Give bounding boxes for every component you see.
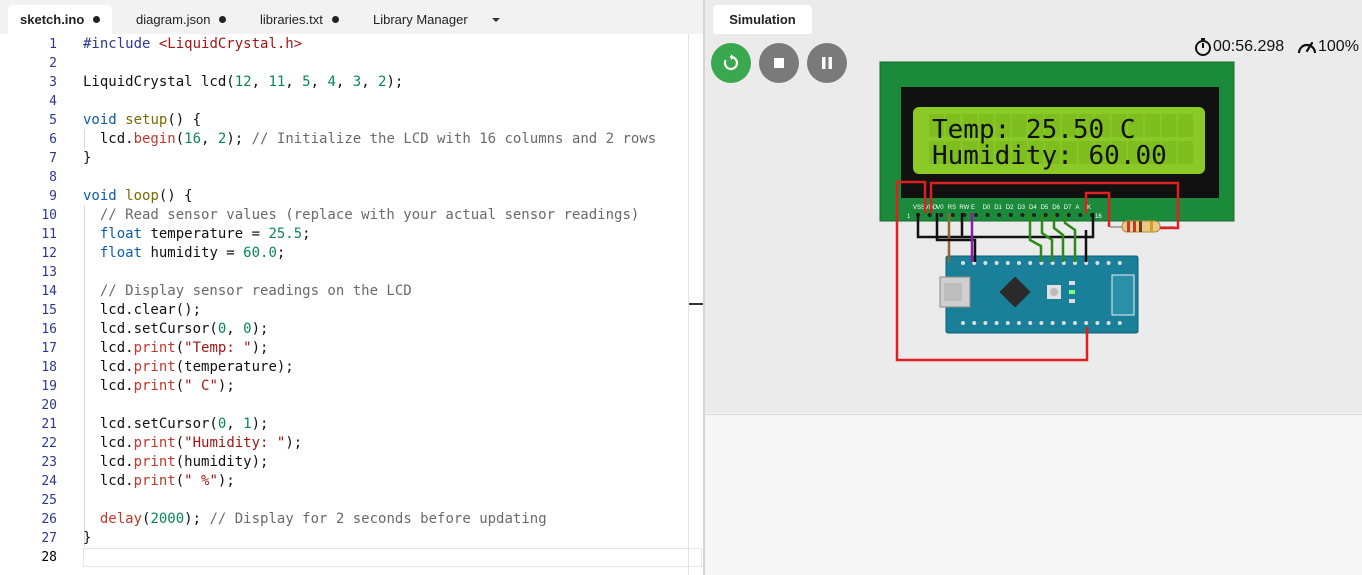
speedometer-icon: [1297, 41, 1317, 54]
code-line[interactable]: void loop() {: [83, 187, 193, 206]
line-number-gutter: 1 2 3 4 5 6 7 8 9 10 11 12 13 14 15 16 17 18 19 20 21 22 23 24 2…: [0, 34, 70, 575]
chevron-down-icon: [492, 18, 500, 22]
code-line[interactable]: lcd.print(" C");: [83, 377, 235, 396]
line-number: 28: [41, 550, 57, 565]
line-number: 18: [41, 360, 57, 375]
code-line[interactable]: #include <LiquidCrystal.h>: [83, 35, 302, 54]
line-number: 10: [41, 208, 57, 223]
code-line[interactable]: lcd.print("Temp: ");: [83, 339, 269, 358]
line-number: 19: [41, 379, 57, 394]
code-line[interactable]: // Read sensor values (replace with your…: [83, 206, 639, 225]
tab-sketch-ino[interactable]: sketch.ino: [8, 5, 113, 34]
line-number: 2: [49, 56, 57, 71]
code-editor-pane: sketch.ino diagram.json libraries.txt Li…: [0, 0, 703, 575]
stop-button[interactable]: [759, 43, 799, 83]
simulation-speed: 100%: [1296, 37, 1359, 57]
tab-library-manager[interactable]: Library Manager: [361, 5, 480, 34]
line-number: 9: [49, 189, 57, 204]
tab-label: sketch.ino: [20, 12, 85, 27]
code-line[interactable]: lcd.print(" %");: [83, 472, 235, 491]
unsaved-dot-icon: [331, 16, 339, 23]
code-line[interactable]: }: [83, 149, 91, 168]
tab-libraries-txt[interactable]: libraries.txt: [248, 5, 351, 34]
line-number: 25: [41, 493, 57, 508]
line-number: 23: [41, 455, 57, 470]
code-line[interactable]: delay(2000); // Display for 2 seconds be…: [83, 510, 547, 529]
line-number: 26: [41, 512, 57, 527]
code-line[interactable]: }: [83, 529, 91, 548]
line-number: 12: [41, 246, 57, 261]
line-number: 17: [41, 341, 57, 356]
line-number: 1: [49, 37, 57, 52]
tab-label: Library Manager: [373, 12, 468, 27]
speed-percent: 100%: [1318, 38, 1359, 55]
code-line[interactable]: LiquidCrystal lcd(12, 11, 5, 4, 3, 2);: [83, 73, 403, 92]
tab-label: diagram.json: [136, 12, 211, 27]
code-line[interactable]: lcd.begin(16, 2); // Initialize the LCD …: [83, 130, 656, 149]
pause-button[interactable]: [807, 43, 847, 83]
line-number: 27: [41, 531, 57, 546]
code-area[interactable]: #include <LiquidCrystal.h> LiquidCrystal …: [83, 34, 693, 575]
tab-label: libraries.txt: [260, 12, 323, 27]
line-number: 22: [41, 436, 57, 451]
code-line[interactable]: lcd.clear();: [83, 301, 201, 320]
simulation-pane: Simulation 00:56.298 100% Temp: 25.50 C …: [705, 0, 1362, 575]
simulation-canvas[interactable]: [705, 0, 1362, 413]
tab-simulation[interactable]: Simulation: [713, 5, 812, 34]
restart-icon: [723, 54, 739, 71]
code-line[interactable]: lcd.setCursor(0, 0);: [83, 320, 269, 339]
unsaved-dot-icon: [93, 16, 101, 23]
code-line[interactable]: lcd.print("Humidity: ");: [83, 434, 302, 453]
line-number: 5: [49, 113, 57, 128]
line-number: 21: [41, 417, 57, 432]
line-number: 4: [49, 94, 57, 109]
editor-tab-bar: sketch.ino diagram.json libraries.txt Li…: [0, 0, 703, 34]
simulation-timer: 00:56.298: [1193, 37, 1284, 57]
line-number: 11: [41, 227, 57, 242]
elapsed-time: 00:56.298: [1213, 38, 1285, 55]
code-line[interactable]: lcd.print(temperature);: [83, 358, 294, 377]
wokwi-workspace: sketch.ino diagram.json libraries.txt Li…: [0, 0, 1362, 575]
line-number: 24: [41, 474, 57, 489]
scrollbar-marker: [689, 303, 703, 305]
code-line[interactable]: void setup() {: [83, 111, 201, 130]
unsaved-dot-icon: [219, 16, 227, 23]
line-number: 20: [41, 398, 57, 413]
restart-button[interactable]: [711, 43, 751, 83]
line-number: 7: [49, 151, 57, 166]
line-number: 14: [41, 284, 57, 299]
serial-monitor-area: [705, 414, 1362, 575]
code-line[interactable]: float temperature = 25.5;: [83, 225, 311, 244]
tab-diagram-json[interactable]: diagram.json: [124, 5, 238, 34]
code-line[interactable]: // Display sensor readings on the LCD: [83, 282, 412, 301]
code-line[interactable]: float humidity = 60.0;: [83, 244, 285, 263]
pause-icon: [822, 57, 832, 69]
tabs-overflow-button[interactable]: [486, 10, 506, 30]
line-number: 6: [49, 132, 57, 147]
code-line[interactable]: lcd.setCursor(0, 1);: [83, 415, 269, 434]
stop-icon: [774, 58, 784, 68]
line-number: 8: [49, 170, 57, 185]
line-number: 15: [41, 303, 57, 318]
code-line[interactable]: lcd.print(humidity);: [83, 453, 269, 472]
line-number: 16: [41, 322, 57, 337]
line-number: 3: [49, 75, 57, 90]
line-number: 13: [41, 265, 57, 280]
stopwatch-icon: [1195, 38, 1211, 56]
